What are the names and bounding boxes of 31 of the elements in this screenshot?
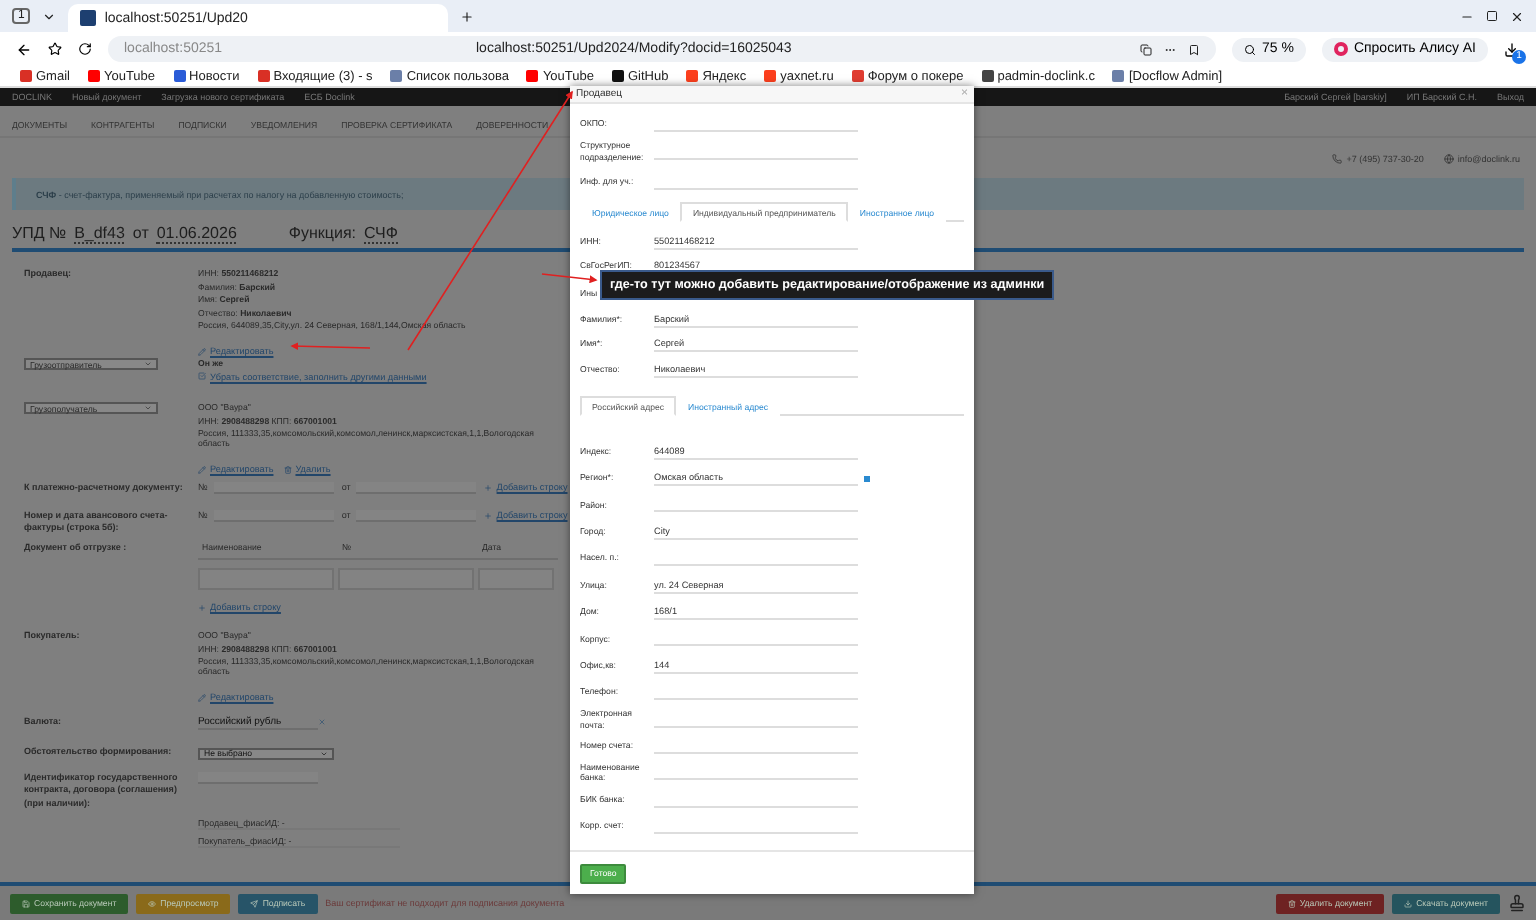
pencil-icon (198, 466, 206, 475)
doc-date[interactable]: 01.06.2026 (156, 223, 237, 243)
function-label: Функция: (288, 223, 357, 241)
picker-icon[interactable] (864, 475, 870, 482)
preview-icon (148, 899, 157, 907)
stamp-icon (1508, 894, 1526, 912)
bookmark-icon (1187, 43, 1200, 55)
reload-icon (78, 42, 92, 56)
doc-title: УПД № (12, 223, 67, 241)
annotation-arrow (290, 342, 371, 351)
send-icon (250, 899, 259, 907)
download-icon (1404, 899, 1413, 907)
trash-icon (1287, 899, 1296, 907)
doc-number[interactable]: В_df43 (74, 223, 125, 243)
pencil-icon (198, 347, 206, 356)
copy-icon (1139, 43, 1152, 55)
close-icon (1510, 9, 1524, 23)
zoom-icon (1243, 43, 1256, 55)
checkbox-icon (198, 372, 206, 381)
pencil-icon (198, 694, 206, 703)
from-text: от (132, 223, 149, 241)
new-tab-icon (460, 9, 475, 23)
back-icon (16, 41, 32, 57)
star-icon (48, 42, 62, 56)
trash-icon (283, 466, 292, 475)
globe-icon (1443, 153, 1454, 163)
function-value[interactable]: СЧФ (364, 223, 398, 243)
phone-icon (1332, 153, 1343, 163)
save-icon (22, 899, 30, 907)
maximize-icon (1486, 10, 1498, 22)
chevron-icon (42, 9, 57, 23)
